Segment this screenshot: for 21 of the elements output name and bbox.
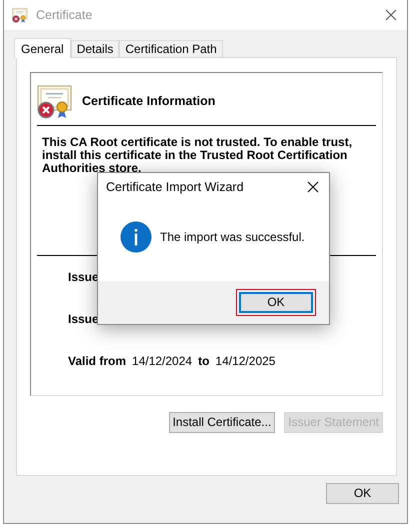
field-label: Issue <box>68 270 99 284</box>
certificate-icon <box>12 7 28 23</box>
info-icon <box>120 221 152 253</box>
ok-button[interactable]: OK <box>239 292 313 313</box>
date-value: 14/12/2025 <box>215 353 276 370</box>
field-label: Valid from <box>68 353 126 370</box>
dialog-message: The import was successful. <box>160 229 305 246</box>
action-button[interactable]: Install Certificate... <box>168 412 276 433</box>
field-label: to <box>198 353 210 370</box>
ok-button[interactable]: OK <box>326 483 399 504</box>
section-heading: Certificate Information <box>82 92 216 110</box>
trust-message: This CA Root certificate is not trusted. To enable trust, install this certificate in the Trusted Root Certification Authorities store. <box>42 135 352 175</box>
close-icon[interactable] <box>385 9 397 21</box>
field-label: Issue <box>68 312 99 326</box>
tab[interactable]: Details <box>70 40 120 57</box>
tab[interactable]: General <box>14 38 71 58</box>
dialog-title: Certificate Import Wizard <box>106 178 244 196</box>
date-value: 14/12/2024 <box>132 353 192 370</box>
window-title: Certificate <box>36 6 92 24</box>
tab[interactable]: Certification Path <box>119 40 223 57</box>
close-icon[interactable] <box>307 181 319 193</box>
